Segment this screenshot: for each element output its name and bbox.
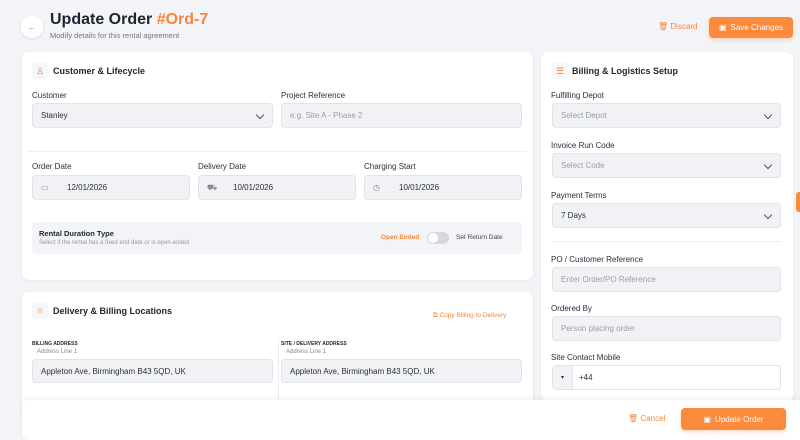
discard-button[interactable]: 🗑 Discard [658, 22, 698, 31]
chevron-down-icon [255, 110, 265, 120]
title-text: Update Order [50, 11, 153, 28]
customer-select[interactable]: Stanley [32, 103, 273, 128]
project-label: Project Reference [281, 91, 346, 100]
trash-icon: 🗑 [658, 22, 669, 31]
duration-desc: Select if the rental has a fixed end dat… [39, 240, 190, 246]
customer-value: Stanley [41, 111, 68, 120]
calendar-icon: ▭ [41, 183, 49, 192]
site-line1-label: Address Line 1 [286, 349, 327, 355]
delivery-date-label: Delivery Date [198, 162, 247, 171]
duration-title: Rental Duration Type [39, 229, 114, 238]
copy-label: Copy Billing to Delivery [439, 312, 507, 319]
duration-toggle[interactable] [427, 232, 449, 244]
site-address-label: SITE / DELIVERY ADDRESS [281, 341, 347, 347]
terms-value: 7 Days [561, 211, 586, 220]
rental-duration-box: Rental Duration Type Select if the renta… [32, 222, 522, 254]
mobile-label: Site Contact Mobile [551, 353, 621, 362]
invoice-label: Invoice Run Code [551, 141, 615, 150]
toggle-knob [428, 233, 438, 243]
po-input[interactable]: Enter Order/PO Reference [552, 267, 781, 292]
site-line1-input[interactable]: Appleton Ave, Birmingham B43 5QD, UK [281, 359, 522, 383]
set-return-label: Set Return Date [456, 234, 503, 241]
cancel-button[interactable]: 🗑 Cancel [628, 414, 665, 423]
save-icon: ▣ [718, 23, 727, 32]
billing-line1-input[interactable]: Appleton Ave, Birmingham B43 5QD, UK [32, 359, 273, 383]
back-button[interactable]: ← [21, 16, 43, 38]
country-code-dropdown[interactable]: ▾ [553, 366, 573, 389]
save-label: Save Changes [730, 23, 784, 32]
page-subtitle: Modify details for this rental agreement [50, 31, 180, 40]
truck-icon: ⛟ [207, 182, 218, 192]
divider [28, 151, 527, 152]
billing-logistics-card: ☰ Billing & Logistics Setup Fulfilling D… [541, 52, 793, 402]
card-title: Delivery & Billing Locations [53, 306, 173, 316]
chevron-down-icon [763, 160, 773, 170]
copy-billing-button[interactable]: ⧉ Copy Billing to Delivery [433, 312, 506, 320]
user-icon: ♙ [32, 63, 48, 79]
card-title: Customer & Lifecycle [53, 66, 146, 76]
ordered-by-label: Ordered By [551, 304, 592, 313]
po-label: PO / Customer Reference [551, 255, 644, 264]
update-order-button[interactable]: ▣ Update Order [681, 408, 786, 430]
charging-start-input[interactable]: ◷ 10/01/2026 [364, 175, 522, 200]
order-date-label: Order Date [32, 162, 72, 171]
side-tab-handle[interactable] [796, 192, 800, 212]
save-icon: ▣ [703, 414, 712, 424]
trash-icon: 🗑 [628, 414, 639, 423]
open-ended-label: Open Ended [381, 234, 420, 241]
customer-lifecycle-card: ♙ Customer & Lifecycle Customer Stanley … [22, 52, 533, 280]
billing-line1-label: Address Line 1 [37, 349, 78, 355]
page-title: Update Order #Ord-7 [50, 11, 208, 29]
update-label: Update Order [715, 414, 764, 424]
card-title: Billing & Logistics Setup [572, 66, 679, 76]
invoice-select[interactable]: Select Code [552, 153, 781, 178]
copy-icon: ⧉ [433, 312, 438, 319]
clock-icon: ◷ [373, 183, 380, 192]
depot-select[interactable]: Select Depot [552, 103, 781, 128]
chevron-down-icon [763, 110, 773, 120]
customer-label: Customer [32, 91, 67, 100]
billing-address-label: BILLING ADDRESS [32, 341, 78, 347]
delivery-date-value: 10/01/2026 [233, 183, 274, 192]
order-date-value: 12/01/2026 [67, 183, 108, 192]
divider [552, 241, 781, 242]
depot-placeholder: Select Depot [561, 111, 607, 120]
mobile-input[interactable]: ▾ +44 [552, 365, 781, 390]
delivery-date-input[interactable]: ⛟ 10/01/2026 [198, 175, 356, 200]
cancel-label: Cancel [640, 414, 666, 423]
order-date-input[interactable]: ▭ 12/01/2026 [32, 175, 190, 200]
map-pin-icon: ⌾ [32, 303, 48, 319]
discard-label: Discard [670, 22, 698, 31]
charging-start-label: Charging Start [364, 162, 416, 171]
billing-icon: ☰ [552, 63, 568, 79]
order-id: #Ord-7 [156, 11, 209, 28]
terms-select[interactable]: 7 Days [552, 203, 781, 228]
mobile-value: +44 [579, 373, 593, 382]
project-reference-input[interactable]: e.g. Site A - Phase 2 [281, 103, 522, 128]
invoice-placeholder: Select Code [561, 161, 605, 170]
save-changes-button[interactable]: ▣ Save Changes [709, 17, 793, 38]
chevron-down-icon [763, 210, 773, 220]
ordered-by-input[interactable]: Person placing order [552, 316, 781, 341]
charging-date-value: 10/01/2026 [399, 183, 440, 192]
depot-label: Fulfilling Depot [551, 91, 604, 100]
arrow-left-icon: ← [28, 22, 36, 32]
terms-label: Payment Terms [551, 191, 607, 200]
